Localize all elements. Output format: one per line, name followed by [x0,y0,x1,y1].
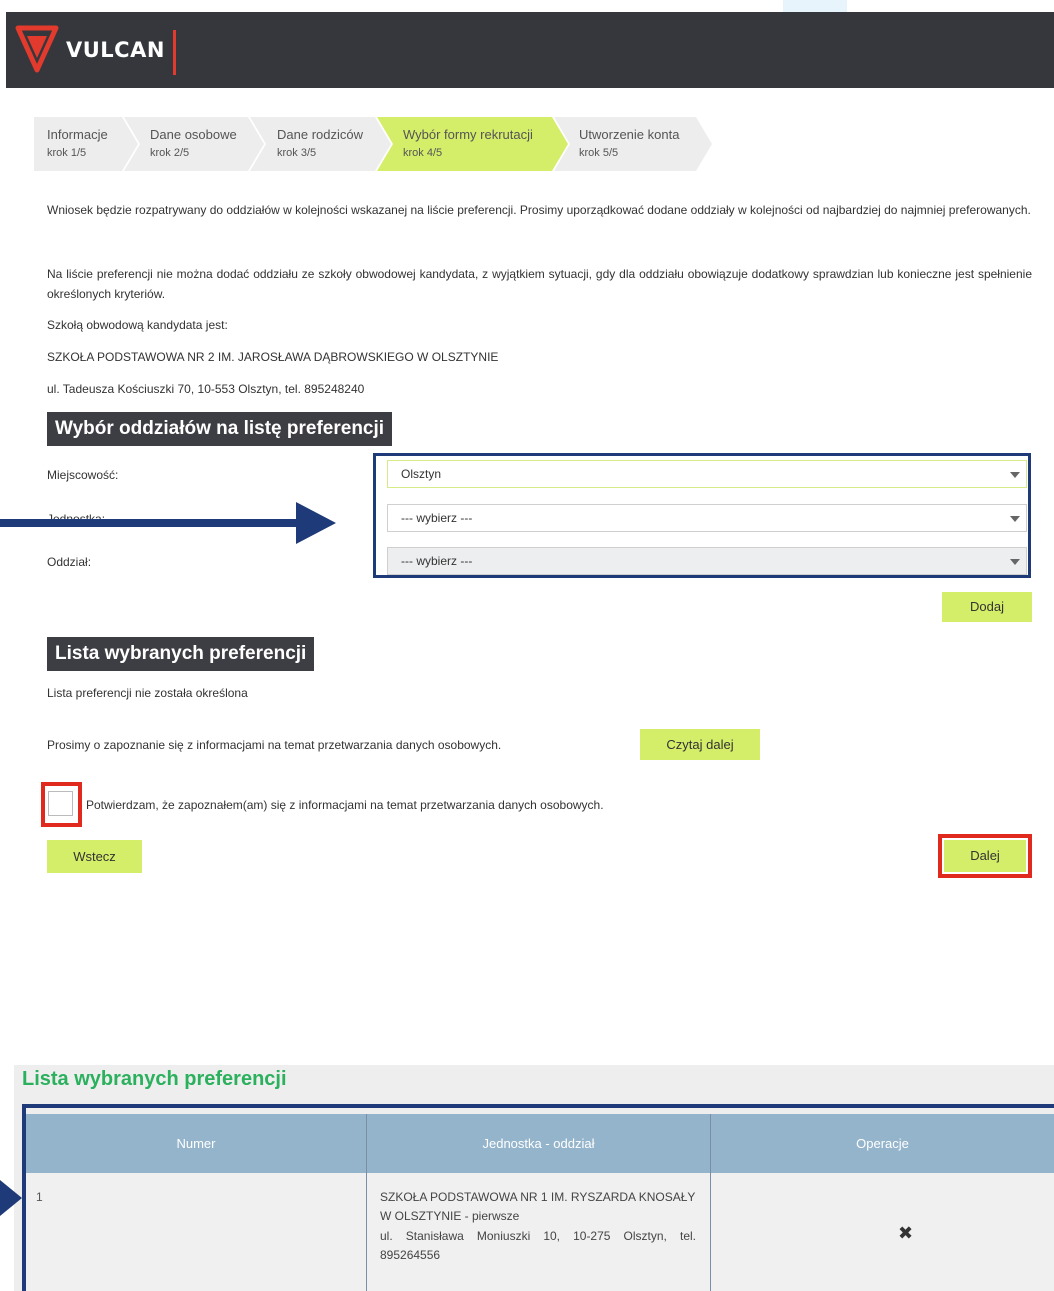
row-address: ul. Stanisława Moniuszki 10, 10-275 Olsz… [380,1229,696,1262]
back-button[interactable]: Wstecz [47,840,142,873]
step-label: Dane rodziców [277,127,363,142]
step-sub: krok 2/5 [150,147,190,159]
field-label-oddzial: Oddział: [47,555,92,569]
row-school: SZKOŁA PODSTAWOWA NR 1 IM. RYSZARDA KNOS… [380,1190,696,1223]
arrow-right-icon [0,502,336,544]
step-sub: krok 1/5 [47,147,87,159]
step-sub: krok 4/5 [403,147,443,159]
steps-background [34,117,712,171]
add-button[interactable]: Dodaj [942,592,1032,622]
col-header-jednostka: Jednostka - oddział [367,1114,710,1173]
column-divider [710,1114,711,1291]
school-address: ul. Tadeusza Kościuszki 70, 10-553 Olszt… [47,382,365,396]
next-button[interactable]: Dalej [944,840,1026,872]
wizard-steps: Informacje krok 1/5 Dane osobowe krok 2/… [34,117,724,171]
table-row-cell-operations: ✖ [711,1173,1054,1291]
step-label: Wybór formy rekrutacji [403,127,533,142]
school-name: SZKOŁA PODSTAWOWA NR 2 IM. JAROSŁAWA DĄB… [47,350,499,364]
privacy-info-text: Prosimy o zapoznanie się z informacjami … [47,738,502,752]
step-label: Informacje [47,127,108,142]
intro-paragraph-2: Na liście preferencji nie można dodać od… [47,267,1032,301]
school-label: Szkołą obwodową kandydata jest: [47,318,228,332]
field-label-miejscowosc: Miejscowość: [47,468,119,482]
row-number: 1 [36,1190,43,1204]
highlight-box [373,453,1031,578]
confirm-text: Potwierdzam, że zapoznałem(am) się z inf… [86,798,604,812]
column-divider [366,1114,367,1291]
brand-divider [173,30,176,75]
vulcan-logo-icon [15,25,59,73]
inset-highlight-top [22,1104,1054,1108]
step-sub: krok 3/5 [277,147,317,159]
preferences-title: Lista wybranych preferencji [47,637,315,671]
arrow-right-icon [0,1180,22,1216]
delete-icon[interactable]: ✖ [898,1223,913,1244]
brand-name: VULCAN [66,38,165,62]
table-row-cell-number: 1 [26,1173,366,1291]
selection-title: Wybór oddziałów na listę preferencji [47,412,393,446]
preferences-empty-text: Lista preferencji nie została określona [47,686,248,700]
confirm-checkbox[interactable] [48,791,73,816]
intro-paragraph-1: Wniosek będzie rozpatrywany do oddziałów… [47,203,1031,217]
step-label: Dane osobowe [150,127,237,142]
step-sub: krok 5/5 [579,147,619,159]
read-more-button[interactable]: Czytaj dalej [640,729,760,760]
background-highlight [783,0,847,12]
table-row-cell-school: SZKOŁA PODSTAWOWA NR 1 IM. RYSZARDA KNOS… [367,1173,710,1291]
col-header-numer: Numer [26,1114,366,1173]
col-header-operacje: Operacje [711,1114,1054,1173]
step-label: Utworzenie konta [579,127,680,142]
inset-title: Lista wybranych preferencji [22,1068,287,1090]
